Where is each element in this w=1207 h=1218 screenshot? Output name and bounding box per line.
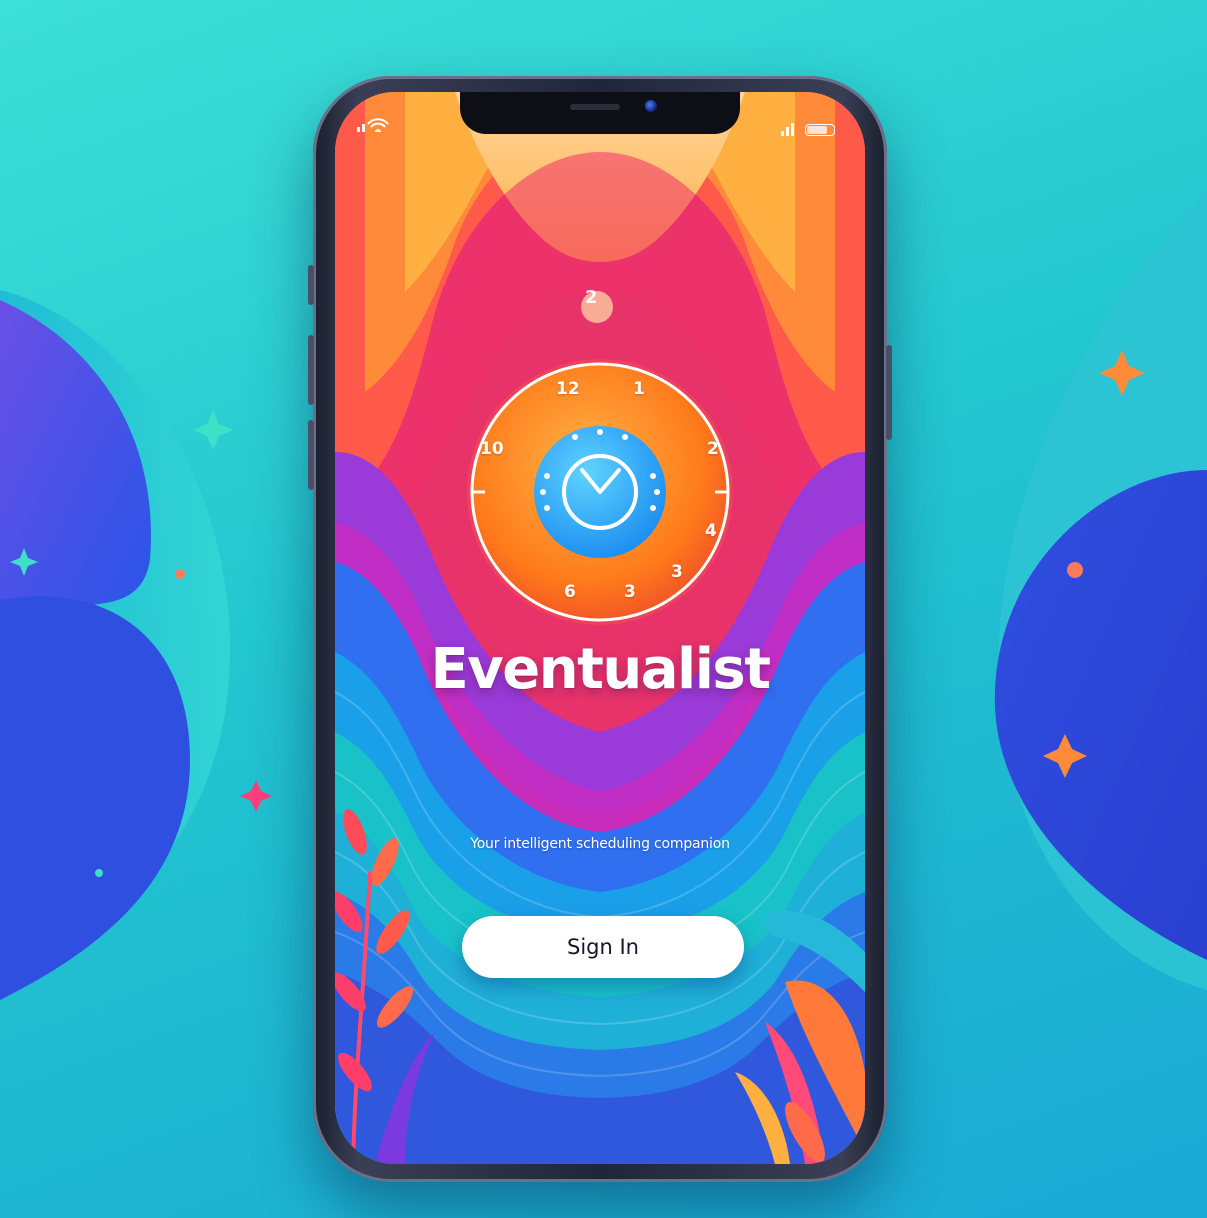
app-tagline: Your intelligent scheduling companion — [470, 836, 730, 852]
clock-numeral: 3 — [624, 582, 636, 602]
wave-background — [335, 92, 865, 1164]
app-title: Eventualist — [430, 637, 771, 702]
clock-numeral: 12 — [556, 379, 580, 399]
clock-numeral: 4 — [705, 521, 717, 541]
signal-icon — [781, 122, 797, 139]
volume-button — [308, 420, 314, 490]
clock-numeral: 1 — [633, 379, 645, 399]
battery-icon — [805, 124, 835, 136]
clock-numeral: 2 — [707, 439, 719, 459]
clock-numeral: 3 — [671, 562, 683, 582]
camera-icon — [645, 100, 657, 112]
floating-numeral: 2 — [585, 287, 598, 308]
wifi-icon — [357, 118, 397, 137]
clock-numeral: 10 — [480, 439, 504, 459]
phone-screen: 12 1 2 4 3 3 6 10 2 Eventualist Your int… — [335, 92, 865, 1164]
notch — [460, 92, 740, 134]
sign-in-button[interactable]: Sign In — [462, 916, 744, 978]
power-button — [886, 345, 892, 440]
volume-button — [308, 265, 314, 305]
sparkle-icon — [193, 410, 233, 450]
sparkle-icon — [240, 780, 272, 812]
speaker-grille — [570, 104, 620, 110]
clock-numeral: 6 — [564, 582, 576, 602]
volume-button — [308, 335, 314, 405]
